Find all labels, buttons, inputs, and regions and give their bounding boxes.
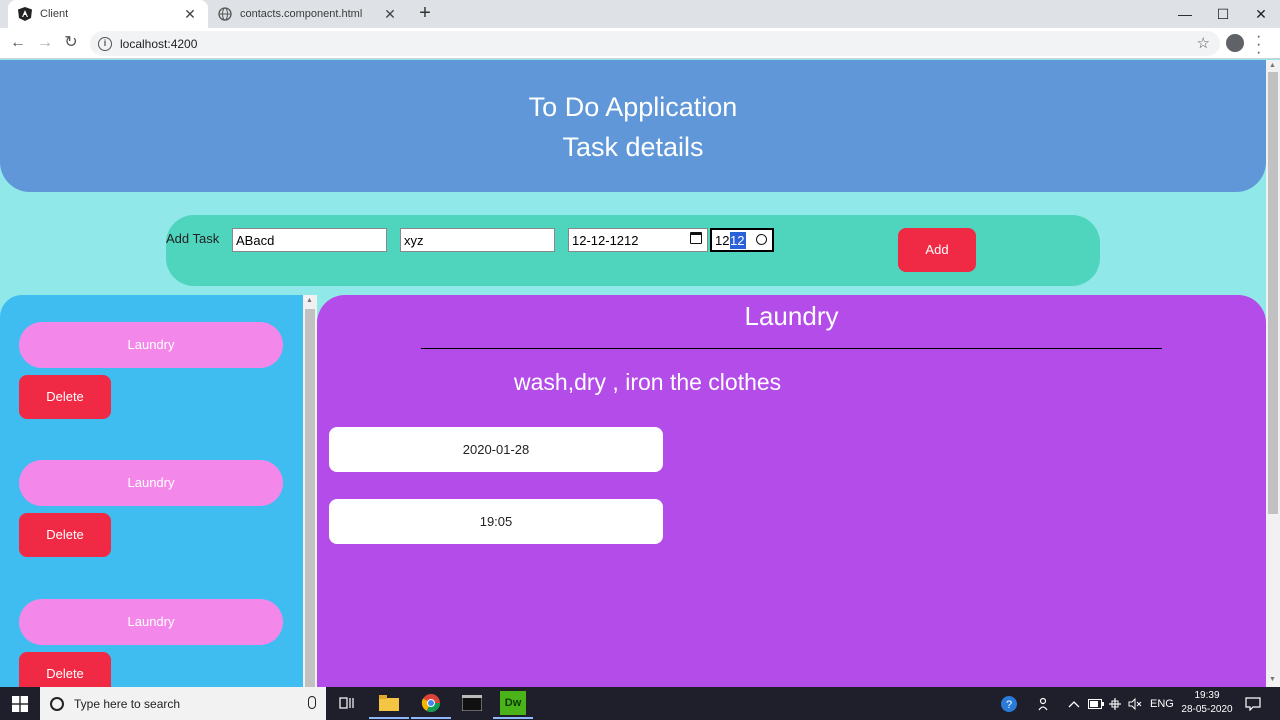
scroll-up-icon[interactable]: ▲ [1269, 62, 1276, 69]
window-close-icon[interactable]: ✕ [1242, 0, 1280, 28]
reload-icon[interactable]: ↻ [61, 33, 81, 53]
detail-title: Laundry [744, 301, 839, 331]
notification-icon[interactable] [1245, 687, 1261, 720]
help-icon[interactable]: ? [1000, 687, 1018, 720]
network-icon[interactable] [1108, 687, 1122, 720]
chevron-up-icon[interactable] [1068, 687, 1080, 720]
add-button[interactable]: Add [898, 228, 976, 272]
close-icon[interactable]: ✕ [182, 6, 198, 23]
browser-toolbar: ← → ↻ i localhost:4200 ☆ [0, 28, 1280, 59]
language-indicator[interactable]: ENG [1150, 687, 1174, 720]
task-list-scrollbar[interactable]: ▲ [303, 295, 317, 687]
cortana-icon [50, 696, 64, 711]
page-title: To Do Application [528, 92, 738, 122]
task-view-icon[interactable] [334, 691, 360, 715]
tab-contacts[interactable]: contacts.component.html ✕ [208, 0, 408, 28]
minimize-icon[interactable]: — [1166, 0, 1204, 28]
dreamweaver-label: Dw [504, 697, 522, 709]
volume-muted-icon[interactable] [1128, 687, 1142, 720]
info-icon[interactable]: i [98, 36, 112, 51]
task-item[interactable]: Laundry [19, 599, 283, 645]
star-icon[interactable]: ☆ [1197, 34, 1210, 52]
calendar-icon[interactable] [690, 232, 702, 244]
page-subtitle: Task details [562, 132, 704, 162]
chrome-icon[interactable] [411, 691, 451, 719]
windows-start-icon[interactable] [0, 687, 40, 720]
page-scrollbar[interactable]: ▲ ▼ [1266, 60, 1280, 687]
svg-text:?: ? [1006, 699, 1012, 711]
new-tab-button[interactable]: + [414, 3, 436, 25]
add-task-form: Add Task 12 Add [166, 215, 1100, 286]
delete-button[interactable]: Delete [19, 513, 111, 557]
task-detail-panel: Laundry wash,dry , iron the clothes 2020… [317, 295, 1266, 687]
add-task-label: Add Task [166, 231, 220, 246]
scrollbar-thumb[interactable] [305, 309, 315, 687]
time-minute-selection: 12 [730, 232, 746, 249]
forward-icon[interactable]: → [35, 33, 55, 53]
terminal-icon[interactable] [459, 691, 485, 715]
windows-taskbar: Type here to search Dw ? ENG 19:39 28-05… [0, 687, 1280, 720]
tab-client[interactable]: Client ✕ [8, 0, 208, 28]
clock-time: 19:39 [1194, 690, 1220, 701]
battery-icon[interactable] [1088, 687, 1104, 720]
task-item[interactable]: Laundry [19, 460, 283, 506]
detail-date: 2020-01-28 [329, 427, 663, 472]
tab-title: contacts.component.html [240, 8, 363, 20]
scroll-up-icon[interactable]: ▲ [306, 297, 313, 304]
delete-button[interactable]: Delete [19, 375, 111, 419]
taskbar-search[interactable]: Type here to search [40, 687, 326, 720]
file-explorer-icon[interactable] [369, 691, 409, 719]
profile-icon[interactable] [1226, 34, 1244, 52]
clock-date: 28-05-2020 [1181, 704, 1233, 715]
close-icon[interactable]: ✕ [382, 6, 398, 23]
people-icon[interactable] [1038, 687, 1052, 720]
task-list: Laundry Delete Laundry Delete Laundry De… [0, 295, 303, 687]
address-bar[interactable]: i localhost:4200 ☆ [90, 31, 1220, 56]
task-date-input[interactable] [568, 228, 708, 252]
search-placeholder: Type here to search [74, 696, 181, 711]
detail-time: 19:05 [329, 499, 663, 544]
divider [421, 348, 1162, 349]
angular-icon [18, 7, 32, 21]
task-item[interactable]: Laundry [19, 322, 283, 368]
app-header: To Do Application Task details [0, 60, 1266, 192]
tab-title: Client [40, 8, 69, 20]
task-description-input[interactable] [400, 228, 555, 252]
scrollbar-thumb[interactable] [1268, 72, 1278, 514]
url-text: localhost:4200 [120, 36, 198, 51]
menu-icon[interactable]: · · · [1256, 29, 1261, 61]
scroll-down-icon[interactable]: ▼ [1269, 676, 1276, 683]
task-name-input[interactable] [232, 228, 387, 252]
globe-icon [218, 7, 232, 21]
clock-icon[interactable] [756, 234, 767, 245]
system-clock[interactable]: 19:39 28-05-2020 [1176, 689, 1238, 717]
microphone-icon[interactable] [308, 696, 316, 709]
detail-description: wash,dry , iron the clothes [514, 369, 782, 395]
delete-button[interactable]: Delete [19, 652, 111, 687]
maximize-icon[interactable]: ☐ [1204, 0, 1242, 28]
browser-tab-strip: Client ✕ contacts.component.html ✕ + — ☐… [0, 0, 1280, 28]
dreamweaver-icon[interactable]: Dw [493, 691, 533, 719]
back-icon[interactable]: ← [8, 33, 28, 53]
